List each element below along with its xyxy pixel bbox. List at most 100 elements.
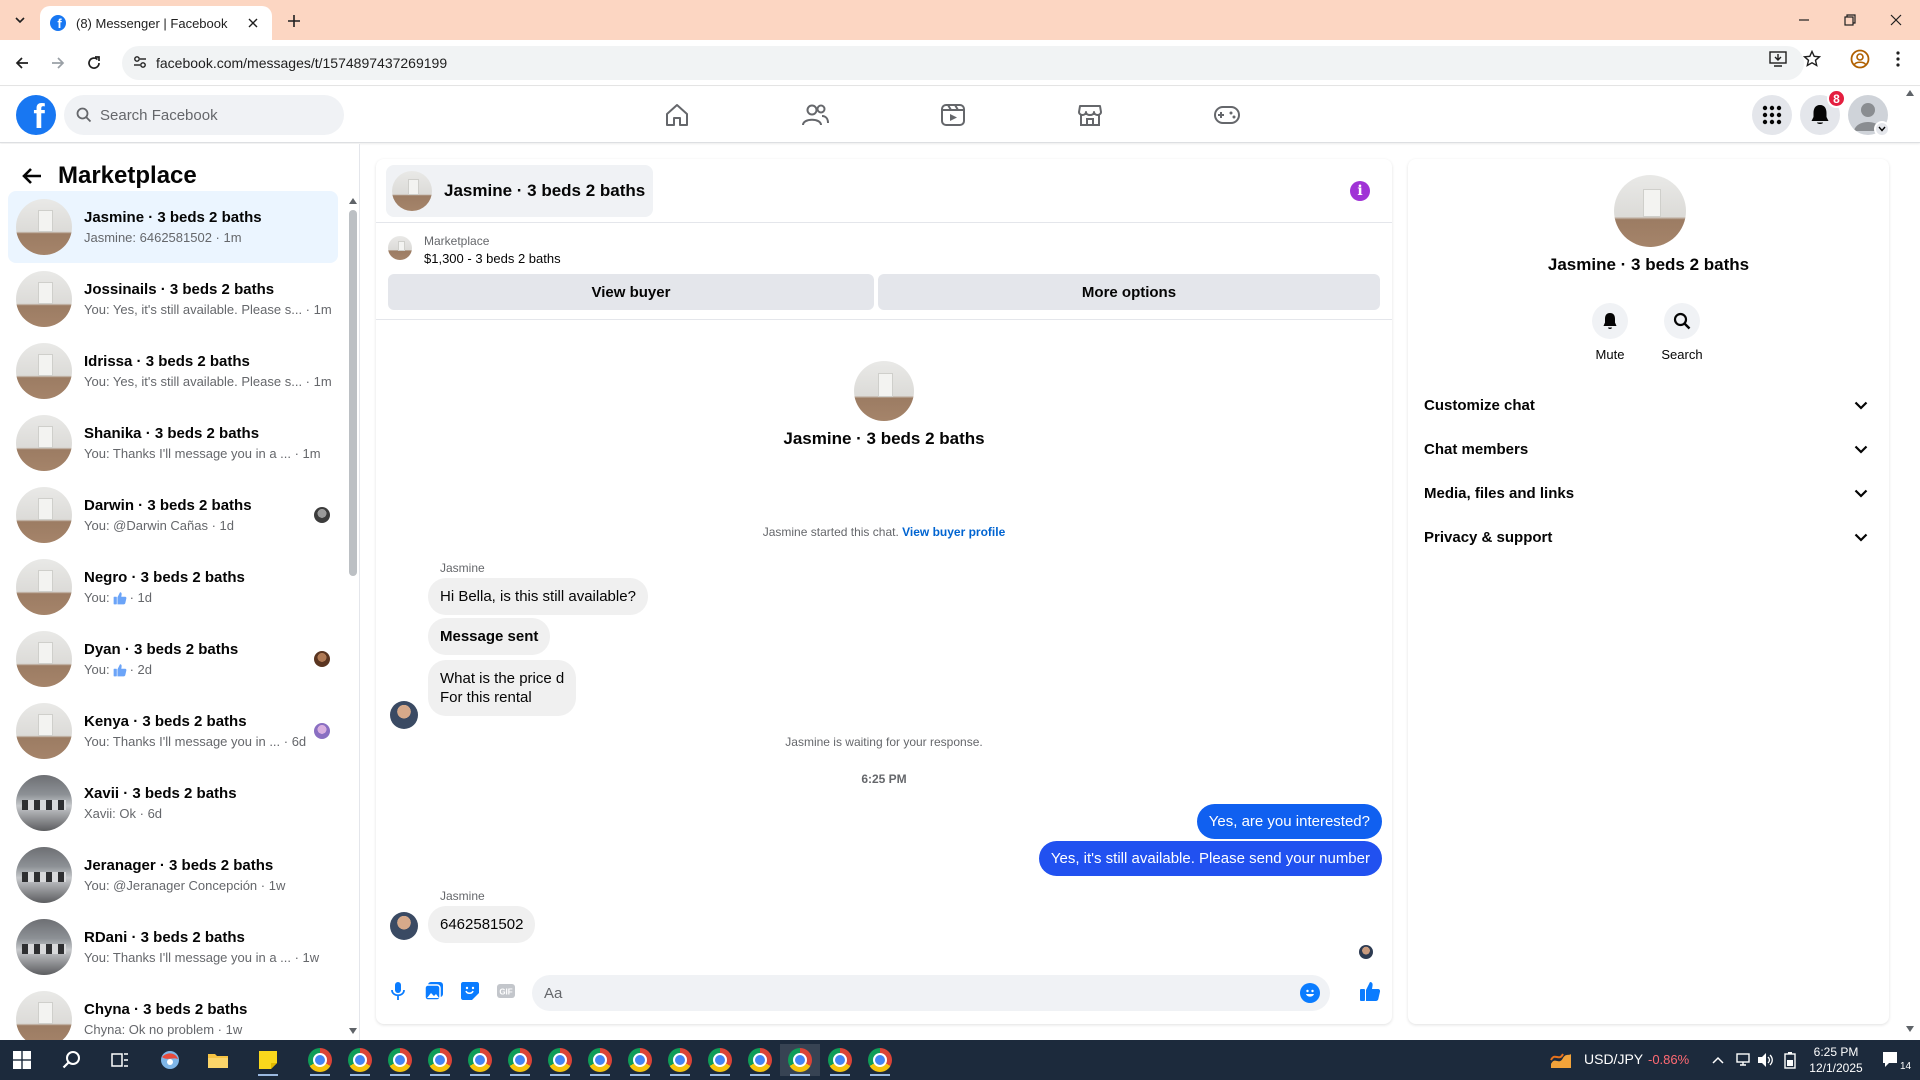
conversation-item[interactable]: Jossinails · 3 beds 2 baths You: Yes, it'… — [8, 263, 338, 335]
chrome-profile-icon[interactable] — [1850, 49, 1870, 69]
chrome-window-icon[interactable] — [820, 1044, 860, 1076]
facebook-search-input[interactable] — [100, 95, 330, 135]
chrome-window-icon[interactable] — [620, 1044, 660, 1076]
install-app-icon[interactable] — [1768, 49, 1788, 69]
conversation-item[interactable]: RDani · 3 beds 2 baths You: Thanks I'll m… — [8, 911, 338, 983]
microphone-icon[interactable] — [386, 979, 410, 1003]
conversation-item[interactable]: Chyna · 3 beds 2 baths Chyna: Ok no probl… — [8, 983, 338, 1040]
incoming-message[interactable]: Message sent — [428, 618, 551, 655]
conversation-item[interactable]: Darwin · 3 beds 2 baths You: @Darwin Caña… — [8, 479, 338, 551]
sticky-notes-icon[interactable] — [248, 1044, 288, 1076]
chrome-window-icon[interactable] — [780, 1044, 820, 1076]
chrome-window-icon[interactable] — [460, 1044, 500, 1076]
photo-icon[interactable] — [422, 979, 446, 1003]
file-explorer-icon[interactable] — [198, 1044, 238, 1076]
windows-start-icon[interactable] — [2, 1044, 42, 1076]
gaming-icon[interactable] — [1172, 87, 1282, 143]
new-tab-icon[interactable] — [282, 9, 306, 33]
menu-grid-icon[interactable] — [1752, 95, 1792, 135]
restore-icon[interactable] — [1832, 6, 1868, 34]
chrome-window-icon[interactable] — [500, 1044, 540, 1076]
like-thumb-icon[interactable] — [1358, 979, 1382, 1003]
conversation-item[interactable]: Jasmine · 3 beds 2 baths Jasmine: 6462581… — [8, 191, 338, 263]
tab-search-icon[interactable] — [8, 8, 32, 32]
details-section[interactable]: Privacy & support — [1416, 515, 1881, 559]
gif-icon[interactable]: GIF — [494, 979, 518, 1003]
chevron-up-icon[interactable] — [1706, 1044, 1730, 1076]
home-icon[interactable] — [622, 87, 732, 143]
details-section[interactable]: Chat members — [1416, 427, 1881, 471]
incoming-message[interactable]: 6462581502 — [428, 906, 536, 943]
details-section[interactable]: Media, files and links — [1416, 471, 1881, 515]
conversation-item[interactable]: Xavii · 3 beds 2 baths Xavii: Ok · 6d — [8, 767, 338, 839]
emoji-icon[interactable] — [1300, 983, 1320, 1003]
incoming-message[interactable]: What is the price d For this rental — [428, 660, 577, 716]
notification-center-icon[interactable]: 14 — [1876, 1044, 1916, 1076]
reload-icon[interactable] — [82, 51, 106, 75]
chat-title-button[interactable]: Jasmine · 3 beds 2 baths — [386, 165, 654, 217]
network-icon[interactable] — [1732, 1044, 1756, 1076]
outgoing-message[interactable]: Yes, it's still available. Please send y… — [1038, 841, 1382, 876]
search-conversation-button[interactable]: Search — [1652, 303, 1712, 362]
bookmark-star-icon[interactable] — [1802, 49, 1822, 69]
details-section[interactable]: Customize chat — [1416, 383, 1881, 427]
conversation-item[interactable]: Idrissa · 3 beds 2 baths You: Yes, it's s… — [8, 335, 338, 407]
view-buyer-profile-link[interactable]: View buyer profile — [902, 525, 1005, 539]
outgoing-message[interactable]: Yes, are you interested? — [1196, 804, 1382, 839]
taskbar-search-icon[interactable] — [52, 1044, 92, 1076]
incoming-message[interactable]: Hi Bella, is this still available? — [428, 578, 648, 615]
sender-avatar[interactable] — [390, 701, 418, 729]
volume-icon[interactable] — [1754, 1044, 1778, 1076]
system-clock[interactable]: 6:25 PM 12/1/2025 — [1808, 1044, 1864, 1076]
marketplace-icon[interactable] — [1035, 87, 1145, 143]
view-buyer-button[interactable]: View buyer — [388, 274, 874, 310]
browser-menu-icon[interactable] — [1888, 49, 1908, 69]
scroll-down-arrow-icon[interactable] — [348, 1026, 358, 1036]
chrome-window-icon[interactable] — [660, 1044, 700, 1076]
video-icon[interactable] — [898, 87, 1008, 143]
forward-arrow-icon[interactable] — [46, 51, 70, 75]
close-tab-icon[interactable] — [244, 14, 262, 32]
chrome-window-icon[interactable] — [700, 1044, 740, 1076]
conversation-item[interactable]: Dyan · 3 beds 2 baths You: · 2d — [8, 623, 338, 695]
sidebar-scrollbar[interactable] — [349, 210, 357, 576]
app-icon[interactable] — [150, 1044, 190, 1076]
more-options-button[interactable]: More options — [878, 274, 1380, 310]
back-arrow-icon[interactable] — [18, 162, 46, 190]
scroll-up-arrow-icon[interactable] — [348, 196, 358, 206]
mute-button[interactable]: Mute — [1580, 303, 1640, 362]
minimize-icon[interactable] — [1786, 6, 1822, 34]
chevron-down-icon[interactable] — [1874, 121, 1890, 137]
site-settings-icon[interactable] — [132, 54, 148, 70]
back-arrow-icon[interactable] — [10, 51, 34, 75]
conversation-item[interactable]: Shanika · 3 beds 2 baths You: Thanks I'll… — [8, 407, 338, 479]
info-icon[interactable]: i — [1350, 181, 1370, 201]
chrome-window-icon[interactable] — [420, 1044, 460, 1076]
friends-icon[interactable] — [760, 87, 870, 143]
scroll-down-arrow-icon[interactable] — [1906, 1026, 1916, 1036]
sender-avatar[interactable] — [390, 912, 418, 940]
facebook-search[interactable] — [64, 95, 344, 135]
address-bar[interactable]: facebook.com/messages/t/1574897437269199 — [122, 46, 1804, 80]
notifications-bell-icon[interactable]: 8 — [1800, 89, 1846, 135]
conversation-item[interactable]: Jeranager · 3 beds 2 baths You: @Jeranage… — [8, 839, 338, 911]
chrome-window-icon[interactable] — [540, 1044, 580, 1076]
conversation-item[interactable]: Kenya · 3 beds 2 baths You: Thanks I'll m… — [8, 695, 338, 767]
chrome-window-icon[interactable] — [740, 1044, 780, 1076]
chrome-window-icon[interactable] — [380, 1044, 420, 1076]
battery-icon[interactable] — [1778, 1044, 1802, 1076]
chrome-window-icon[interactable] — [580, 1044, 620, 1076]
browser-tab[interactable]: f (8) Messenger | Facebook — [40, 6, 272, 40]
listing-price[interactable]: $1,300 - 3 beds 2 baths — [424, 251, 561, 266]
chrome-window-icon[interactable] — [860, 1044, 900, 1076]
sticker-icon[interactable] — [458, 979, 482, 1003]
task-view-icon[interactable] — [100, 1044, 140, 1076]
chrome-window-icon[interactable] — [300, 1044, 340, 1076]
message-input[interactable] — [544, 975, 1284, 1011]
message-input-box[interactable] — [532, 975, 1330, 1011]
conversation-item[interactable]: Negro · 3 beds 2 baths You: · 1d — [8, 551, 338, 623]
scroll-up-arrow-icon[interactable] — [1906, 90, 1916, 100]
chrome-window-icon[interactable] — [340, 1044, 380, 1076]
stock-ticker-icon[interactable] — [1546, 1044, 1576, 1076]
facebook-logo-icon[interactable]: f — [16, 95, 56, 135]
